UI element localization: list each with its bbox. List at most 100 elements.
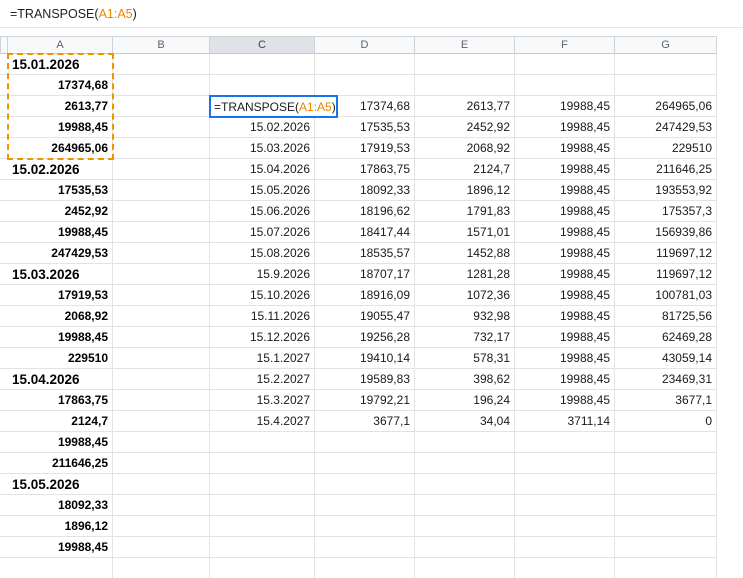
cell-G10[interactable]: 119697,12: [615, 243, 717, 264]
column-header-F[interactable]: F: [515, 36, 615, 54]
cell-B12[interactable]: [113, 285, 210, 306]
column-header-E[interactable]: E: [415, 36, 515, 54]
cell-B7[interactable]: [113, 180, 210, 201]
cell-E17[interactable]: 196,24: [415, 390, 515, 411]
cell-F17[interactable]: 19988,45: [515, 390, 615, 411]
cell-A9[interactable]: 19988,45: [8, 222, 113, 243]
cell-F10[interactable]: 19988,45: [515, 243, 615, 264]
cell-C10[interactable]: 15.08.2026: [210, 243, 315, 264]
cell-G11[interactable]: 119697,12: [615, 264, 717, 285]
cell-B20[interactable]: [113, 453, 210, 474]
cell-D25[interactable]: [315, 558, 415, 578]
cell-F6[interactable]: 19988,45: [515, 159, 615, 180]
cell-A4[interactable]: 19988,45: [8, 117, 113, 138]
cell-E12[interactable]: 1072,36: [415, 285, 515, 306]
cell-B25[interactable]: [113, 558, 210, 578]
cell-E4[interactable]: 2452,92: [415, 117, 515, 138]
cell-C22[interactable]: [210, 495, 315, 516]
cell-F12[interactable]: 19988,45: [515, 285, 615, 306]
cell-A25[interactable]: [8, 558, 113, 578]
cell-A10[interactable]: 247429,53: [8, 243, 113, 264]
cell-D14[interactable]: 19256,28: [315, 327, 415, 348]
cell-A24[interactable]: 19988,45: [8, 537, 113, 558]
cell-G20[interactable]: [615, 453, 717, 474]
column-header-C[interactable]: C: [210, 36, 315, 54]
formula-bar[interactable]: =TRANSPOSE(A1:A5): [0, 0, 743, 28]
cell-E9[interactable]: 1571,01: [415, 222, 515, 243]
cell-D12[interactable]: 18916,09: [315, 285, 415, 306]
cell-C23[interactable]: [210, 516, 315, 537]
cell-F3[interactable]: 19988,45: [515, 96, 615, 117]
cell-C12[interactable]: 15.10.2026: [210, 285, 315, 306]
cell-B2[interactable]: [113, 75, 210, 96]
cell-F23[interactable]: [515, 516, 615, 537]
cell-A15[interactable]: 229510: [8, 348, 113, 369]
cell-C20[interactable]: [210, 453, 315, 474]
cell-F9[interactable]: 19988,45: [515, 222, 615, 243]
cell-F22[interactable]: [515, 495, 615, 516]
cell-B22[interactable]: [113, 495, 210, 516]
cell-G18[interactable]: 0: [615, 411, 717, 432]
cell-D11[interactable]: 18707,17: [315, 264, 415, 285]
cell-G24[interactable]: [615, 537, 717, 558]
cell-E7[interactable]: 1896,12: [415, 180, 515, 201]
cell-C6[interactable]: 15.04.2026: [210, 159, 315, 180]
cell-B13[interactable]: [113, 306, 210, 327]
cell-D8[interactable]: 18196,62: [315, 201, 415, 222]
cell-F2[interactable]: [515, 75, 615, 96]
cell-D9[interactable]: 18417,44: [315, 222, 415, 243]
cell-G3[interactable]: 264965,06: [615, 96, 717, 117]
column-header-A[interactable]: A: [8, 36, 113, 54]
cell-C13[interactable]: 15.11.2026: [210, 306, 315, 327]
cell-A3[interactable]: 2613,77: [8, 96, 113, 117]
cell-A13[interactable]: 2068,92: [8, 306, 113, 327]
cell-C14[interactable]: 15.12.2026: [210, 327, 315, 348]
cell-D4[interactable]: 17535,53: [315, 117, 415, 138]
cell-E3[interactable]: 2613,77: [415, 96, 515, 117]
cell-D19[interactable]: [315, 432, 415, 453]
cell-G25[interactable]: [615, 558, 717, 578]
cell-E19[interactable]: [415, 432, 515, 453]
cell-C8[interactable]: 15.06.2026: [210, 201, 315, 222]
cell-A19[interactable]: 19988,45: [8, 432, 113, 453]
column-header-G[interactable]: G: [615, 36, 717, 54]
cell-E8[interactable]: 1791,83: [415, 201, 515, 222]
cell-D17[interactable]: 19792,21: [315, 390, 415, 411]
cell-A12[interactable]: 17919,53: [8, 285, 113, 306]
cell-E15[interactable]: 578,31: [415, 348, 515, 369]
cell-D7[interactable]: 18092,33: [315, 180, 415, 201]
cell-G12[interactable]: 100781,03: [615, 285, 717, 306]
cell-G2[interactable]: [615, 75, 717, 96]
cell-G1[interactable]: [615, 54, 717, 75]
cell-G5[interactable]: 229510: [615, 138, 717, 159]
cell-B17[interactable]: [113, 390, 210, 411]
cell-A16[interactable]: 15.04.2026: [8, 369, 113, 390]
cell-D23[interactable]: [315, 516, 415, 537]
cell-A17[interactable]: 17863,75: [8, 390, 113, 411]
cell-F14[interactable]: 19988,45: [515, 327, 615, 348]
cell-D21[interactable]: [315, 474, 415, 495]
cell-G8[interactable]: 175357,3: [615, 201, 717, 222]
cell-G6[interactable]: 211646,25: [615, 159, 717, 180]
cell-E10[interactable]: 1452,88: [415, 243, 515, 264]
cell-B15[interactable]: [113, 348, 210, 369]
cell-C25[interactable]: [210, 558, 315, 578]
cell-G7[interactable]: 193553,92: [615, 180, 717, 201]
cell-A2[interactable]: 17374,68: [8, 75, 113, 96]
cell-G19[interactable]: [615, 432, 717, 453]
cell-D20[interactable]: [315, 453, 415, 474]
cell-B16[interactable]: [113, 369, 210, 390]
cell-A18[interactable]: 2124,7: [8, 411, 113, 432]
cell-E25[interactable]: [415, 558, 515, 578]
cell-G13[interactable]: 81725,56: [615, 306, 717, 327]
cell-G21[interactable]: [615, 474, 717, 495]
cell-F13[interactable]: 19988,45: [515, 306, 615, 327]
cell-C21[interactable]: [210, 474, 315, 495]
cell-B24[interactable]: [113, 537, 210, 558]
cell-C15[interactable]: 15.1.2027: [210, 348, 315, 369]
cell-B9[interactable]: [113, 222, 210, 243]
cell-C1[interactable]: [210, 54, 315, 75]
cell-B11[interactable]: [113, 264, 210, 285]
cell-B8[interactable]: [113, 201, 210, 222]
cell-A14[interactable]: 19988,45: [8, 327, 113, 348]
